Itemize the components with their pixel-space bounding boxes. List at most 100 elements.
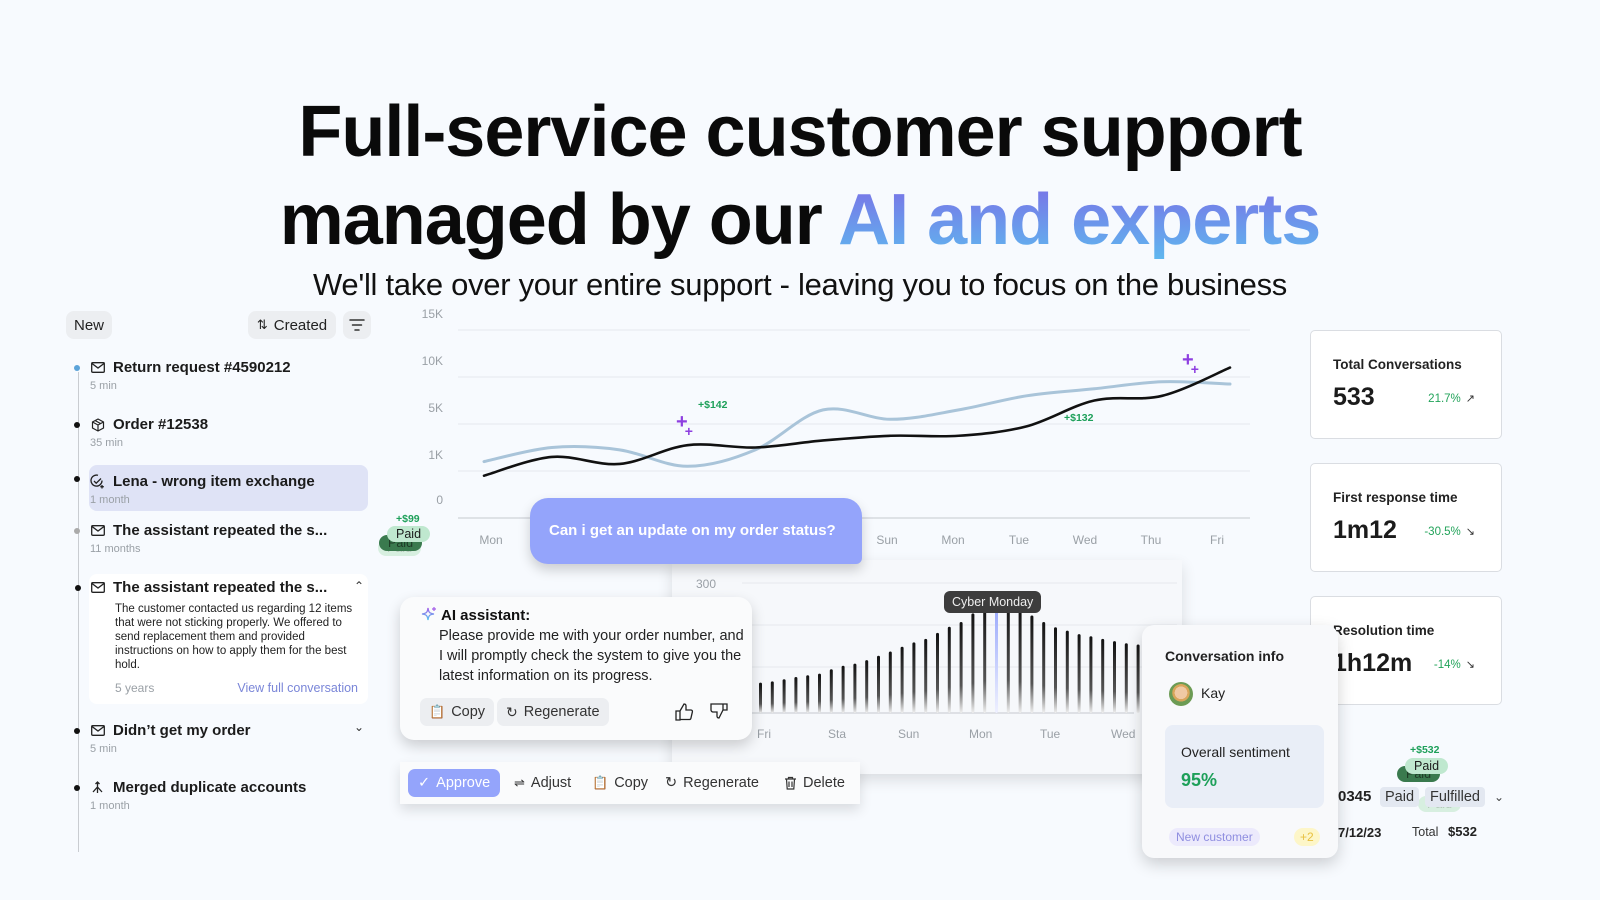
timeline-dot [74,365,80,371]
x-tick-label: Tue [1009,533,1030,547]
sort-icon: ⇅ [256,317,268,332]
list-item[interactable]: Order #12538 35 min [74,416,368,449]
bar [1101,638,1105,713]
order-number[interactable]: 0345 [1338,788,1371,805]
bar [865,660,869,713]
bar-x-tick-label: Mon [969,727,993,741]
envelope-icon [90,580,105,595]
hero-title: Full-service customer support managed by… [0,88,1600,264]
clipboard-icon: 📋 [592,775,609,790]
timeline-dot [74,528,80,534]
bar [888,651,892,713]
hero-title-line2: managed by our AI and experts [0,176,1600,264]
refresh-icon: ↻ [665,775,678,791]
expanded-item-time: 5 years [115,681,155,695]
order-total-value: $532 [1448,824,1477,839]
bar [959,622,963,713]
y-tick-label: 10K [422,354,443,368]
list-item[interactable]: Lena - wrong item exchange 1 month [74,473,368,506]
conversation-info-card: Conversation info Kay Overall sentiment … [1142,625,1338,858]
list-item[interactable]: Return request #4590212 5 min [74,359,368,392]
delete-label: Delete [803,775,845,791]
bar [818,673,821,713]
stat-card: First response time 1m12 -30.5% ↘ [1310,463,1502,572]
adjust-button[interactable]: ⇌ Adjust [514,769,571,797]
order-total-label: Total [1412,825,1439,839]
trend-up-icon: ↗ [1465,393,1475,405]
x-tick-label: Mon [479,533,502,547]
stat-label: Resolution time [1333,623,1435,638]
customer-name: Kay [1201,685,1226,701]
stat-card: Resolution time 1h12m -14% ↘ [1310,596,1502,705]
bar [900,646,904,713]
envelope-icon [90,523,105,538]
chevron-up-icon[interactable]: ⌃ [354,579,364,593]
regenerate-label: Regenerate [523,704,600,720]
list-item-title: Didn’t get my order [113,722,251,739]
regenerate-action-button[interactable]: ↻ Regenerate [665,769,759,797]
thumbs-down-icon[interactable] [709,702,729,722]
sort-created-button[interactable]: ⇅ Created [248,311,336,339]
clipboard-icon: 📋 [429,704,446,719]
thumbs-up-icon[interactable] [674,702,694,722]
list-item[interactable]: Merged duplicate accounts 1 month [74,779,368,812]
chevron-down-icon[interactable]: ⌄ [354,720,364,734]
list-item-time: 1 month [90,494,130,506]
bar [971,613,975,713]
view-full-conversation-link[interactable]: View full conversation [237,681,358,695]
timeline-dot [74,785,80,791]
chevron-down-icon[interactable]: ⌄ [1494,790,1504,804]
list-item[interactable]: The assistant repeated the s... 11 months [74,522,368,555]
list-item[interactable]: Didn’t get my order 5 min ⌄ [74,720,368,755]
filter-button[interactable] [343,311,371,339]
bar [1054,627,1057,713]
list-item-title: The assistant repeated the s... [113,522,328,539]
stat-value: 1m12 [1333,516,1397,544]
x-tick-label: Mon [941,533,964,547]
new-customer-tag[interactable]: New customer [1169,828,1260,846]
bar [912,642,916,713]
payment-amount: +$532 [1410,744,1440,756]
x-tick-label: Wed [1073,533,1097,547]
sparkle-icon: ++ [676,411,693,439]
list-item-time: 11 months [90,543,141,555]
bar [1065,630,1069,713]
filter-new-button[interactable]: New [66,311,112,339]
series-line-previous [482,380,1232,468]
delete-button[interactable]: Delete [784,769,845,797]
conversation-info-title: Conversation info [1165,648,1285,664]
timeline-dot [74,728,80,734]
approve-button[interactable]: ✓ Approve [408,769,501,797]
approve-label: Approve [436,775,491,791]
hero-subtitle: We'll take over your entire support - le… [313,267,1287,302]
regenerate-button[interactable]: ↻ Regenerate [497,698,609,726]
x-tick-label: Thu [1141,533,1162,547]
list-item[interactable]: The assistant repeated the s... ⌃ [75,579,368,596]
annotation-amount: +$142 [698,399,728,411]
sparkle-icon: ++ [1182,349,1199,377]
list-item-time: 5 min [90,380,117,392]
sparkle-ai-icon [421,607,436,621]
envelope-icon [90,360,105,375]
paid-badge: Paid [1405,758,1449,774]
timeline-dot [75,585,81,591]
list-item-title: Return request #4590212 [113,359,291,376]
more-tags-badge[interactable]: +2 [1294,828,1320,846]
cyber-monday-tooltip: Cyber Monday [944,591,1042,613]
bar [1042,622,1046,713]
expanded-item-summary: The customer contacted us regarding 12 i… [115,603,353,671]
bar [853,663,857,713]
bar [1030,615,1034,713]
copy-button[interactable]: 📋 Copy [420,698,495,726]
bar [877,655,880,713]
timeline-dot [74,476,80,482]
paid-badge: Paid [387,526,431,542]
bar [924,638,928,713]
bar [770,681,774,713]
bar [1124,643,1128,713]
bar-x-tick-label: Sta [828,727,847,741]
bar [829,669,833,713]
copy-action-button[interactable]: 📋 Copy [592,769,648,797]
ai-assistant-label: AI assistant: [441,606,531,624]
list-item-title: The assistant repeated the s... [113,579,328,596]
